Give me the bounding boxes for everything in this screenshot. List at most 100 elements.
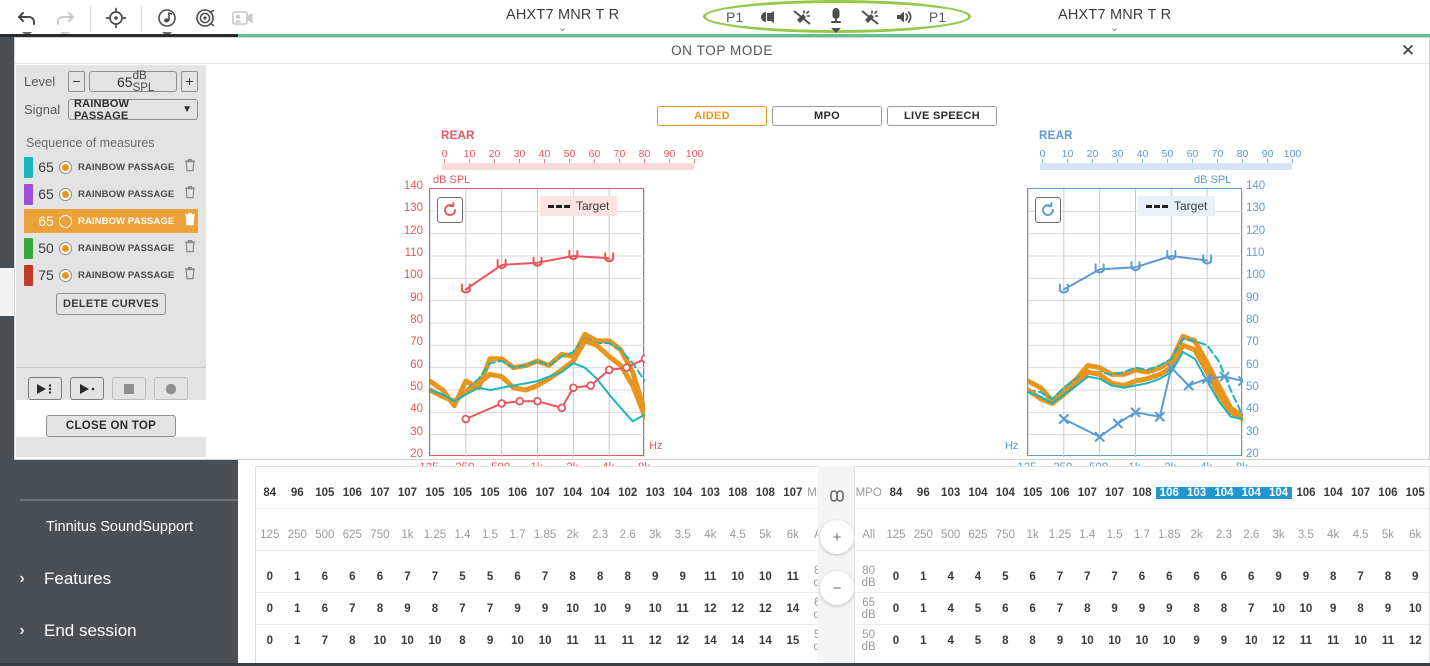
table-cell[interactable]: 9 [641, 571, 669, 583]
table-cell[interactable]: 9 [504, 603, 532, 615]
table-cell[interactable]: 1k [394, 529, 422, 541]
table-cell[interactable]: 106 [339, 487, 367, 499]
table-cell[interactable]: 1.5 [476, 529, 504, 541]
table-cell[interactable]: 6k [779, 529, 807, 541]
table-cell[interactable]: 103 [641, 487, 669, 499]
table-cell[interactable]: 12 [724, 603, 752, 615]
table-cell[interactable]: 0 [882, 571, 909, 583]
table-cell[interactable]: 1 [910, 603, 937, 615]
table-cell[interactable]: 8 [1074, 603, 1101, 615]
table-cell[interactable]: 1.85 [1156, 529, 1183, 541]
sequence-radio[interactable] [59, 268, 72, 282]
delete-curves-button[interactable]: DELETE CURVES [56, 293, 166, 315]
undo-icon[interactable] [8, 2, 46, 37]
plot-area[interactable] [1027, 188, 1243, 457]
sequence-radio[interactable] [59, 241, 72, 255]
table-cell[interactable]: 2.3 [1210, 529, 1237, 541]
table-cell[interactable]: 2k [1183, 529, 1210, 541]
table-cell[interactable]: 6 [504, 571, 532, 583]
table-cell[interactable]: 8 [1347, 603, 1374, 615]
mic-dropdown-caret[interactable] [831, 28, 841, 33]
program-right-label[interactable]: P1 [929, 9, 946, 25]
table-cell[interactable]: 5k [752, 529, 780, 541]
table-cell[interactable]: 102 [614, 487, 642, 499]
table-cell[interactable]: 14 [752, 635, 780, 647]
video-person-icon[interactable] [224, 2, 262, 34]
sequence-row[interactable]: 65 RAINBOW PASSAGE [24, 182, 198, 206]
table-cell[interactable]: 8 [1374, 571, 1401, 583]
table-cell[interactable]: 104 [992, 487, 1019, 499]
table-cell[interactable]: 6 [339, 571, 367, 583]
table-cell[interactable]: 107 [1101, 487, 1128, 499]
table-cell[interactable]: 1.5 [1101, 529, 1128, 541]
table-cell[interactable]: 625 [339, 529, 367, 541]
increase-gain-button[interactable]: + [820, 520, 854, 554]
table-cell[interactable]: 9 [1128, 603, 1155, 615]
table-cell[interactable]: 0 [882, 603, 909, 615]
table-cell[interactable]: 12 [641, 635, 669, 647]
table-cell[interactable]: 7 [1046, 603, 1073, 615]
table-cell[interactable]: 9 [1183, 635, 1210, 647]
table-cell[interactable]: 10 [366, 635, 394, 647]
table-cell[interactable]: 105 [1019, 487, 1046, 499]
table-cell[interactable]: 8 [1320, 571, 1347, 583]
table-cell[interactable]: 106 [1374, 487, 1401, 499]
table-cell[interactable]: 11 [1292, 635, 1319, 647]
table-cell[interactable]: 4.5 [1347, 529, 1374, 541]
table-cell[interactable]: 3k [1265, 529, 1292, 541]
music-note-icon[interactable] [148, 2, 186, 37]
table-cell[interactable]: 10 [724, 571, 752, 583]
table-cell[interactable]: 2k [559, 529, 587, 541]
link-chain-icon[interactable] [828, 488, 846, 509]
table-cell[interactable]: 4 [937, 571, 964, 583]
table-cell[interactable]: 10 [752, 571, 780, 583]
table-cell[interactable]: 250 [910, 529, 937, 541]
table-cell[interactable]: 7 [1046, 571, 1073, 583]
table-cell[interactable]: 5 [992, 571, 1019, 583]
table-cell[interactable]: 107 [779, 487, 807, 499]
table-cell[interactable]: 104 [1264, 486, 1293, 499]
table-cell[interactable]: 4k [1320, 529, 1347, 541]
table-cell[interactable]: 9 [669, 571, 697, 583]
table-cell[interactable]: 5 [449, 571, 477, 583]
table-cell[interactable]: 11 [586, 635, 614, 647]
table-cell[interactable]: 12 [1265, 635, 1292, 647]
plot-area[interactable] [429, 188, 645, 457]
table-cell[interactable]: 15 [779, 635, 807, 647]
table-cell[interactable]: 1 [910, 635, 937, 647]
table-cell[interactable]: 10 [421, 635, 449, 647]
table-cell[interactable]: 108 [724, 487, 752, 499]
table-cell[interactable]: 250 [284, 529, 312, 541]
table-cell[interactable]: 7 [394, 571, 422, 583]
table-cell[interactable]: 9 [394, 603, 422, 615]
table-cell[interactable]: 10 [586, 603, 614, 615]
table-cell[interactable]: 6 [1156, 571, 1183, 583]
table-cell[interactable]: 5 [476, 571, 504, 583]
table-cell[interactable]: 8 [366, 603, 394, 615]
table-cell[interactable]: 105 [421, 487, 449, 499]
table-cell[interactable]: 7 [1074, 571, 1101, 583]
left-hearing-aid-icon[interactable] [758, 8, 778, 26]
table-cell[interactable]: 7 [1238, 603, 1265, 615]
table-cell[interactable]: 625 [964, 529, 991, 541]
table-cell[interactable]: 8 [449, 635, 477, 647]
table-cell[interactable]: 8 [614, 571, 642, 583]
table-cell[interactable]: 10 [1402, 603, 1429, 615]
table-cell[interactable]: 107 [1347, 487, 1374, 499]
table-cell[interactable]: 6 [1210, 571, 1237, 583]
play-sequence-button[interactable] [28, 377, 62, 400]
table-cell[interactable]: 9 [1320, 603, 1347, 615]
level-decrease-button[interactable]: − [68, 71, 85, 92]
table-cell[interactable]: 84 [256, 487, 284, 499]
table-cell[interactable]: 6 [1019, 571, 1046, 583]
table-cell[interactable]: 10 [504, 635, 532, 647]
tab-aided[interactable]: AIDED [657, 106, 767, 126]
table-cell[interactable]: 106 [1292, 487, 1319, 499]
table-cell[interactable]: 11 [669, 603, 697, 615]
mic-icon[interactable] [827, 6, 845, 33]
table-cell[interactable]: 2.6 [1238, 529, 1265, 541]
table-cell[interactable]: 4 [937, 635, 964, 647]
sequence-radio[interactable] [59, 160, 72, 174]
table-cell[interactable]: 750 [992, 529, 1019, 541]
redo-icon[interactable] [46, 2, 84, 37]
